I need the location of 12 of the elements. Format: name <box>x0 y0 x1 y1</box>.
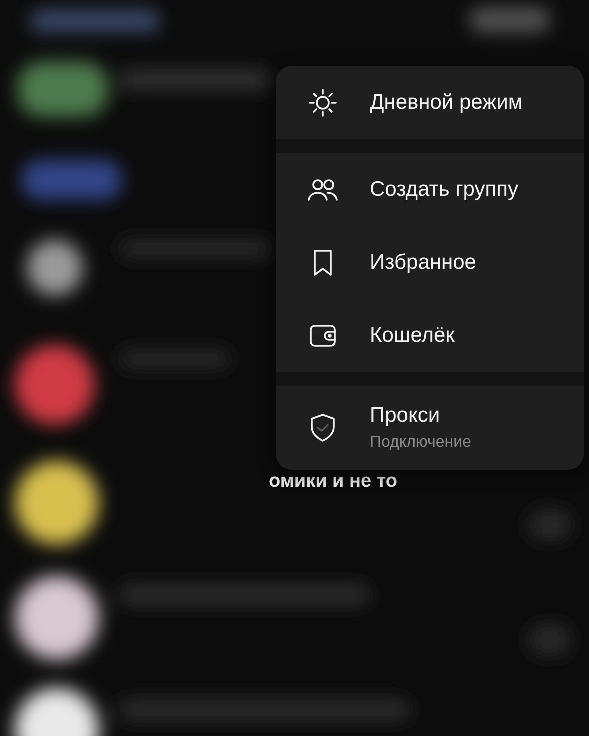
menu-item-label: Кошелёк <box>370 324 455 348</box>
menu-item[interactable]: Избранное <box>276 226 584 299</box>
menu-item-label: Дневной режим <box>370 90 523 114</box>
menu-item[interactable]: Создать группу <box>276 153 584 226</box>
menu-item[interactable]: Кошелёк <box>276 299 584 372</box>
menu-item[interactable]: Прокси Подключение <box>276 386 584 470</box>
menu-item-label: Прокси <box>370 404 442 428</box>
menu-item-label: Избранное <box>370 250 476 274</box>
menu-item[interactable]: Дневной режим <box>276 66 584 139</box>
menu-item-label: Создать группу <box>370 178 518 202</box>
menu-item-subtitle: Подключение <box>370 434 472 452</box>
chat-preview-text: омики и не то <box>269 471 398 493</box>
